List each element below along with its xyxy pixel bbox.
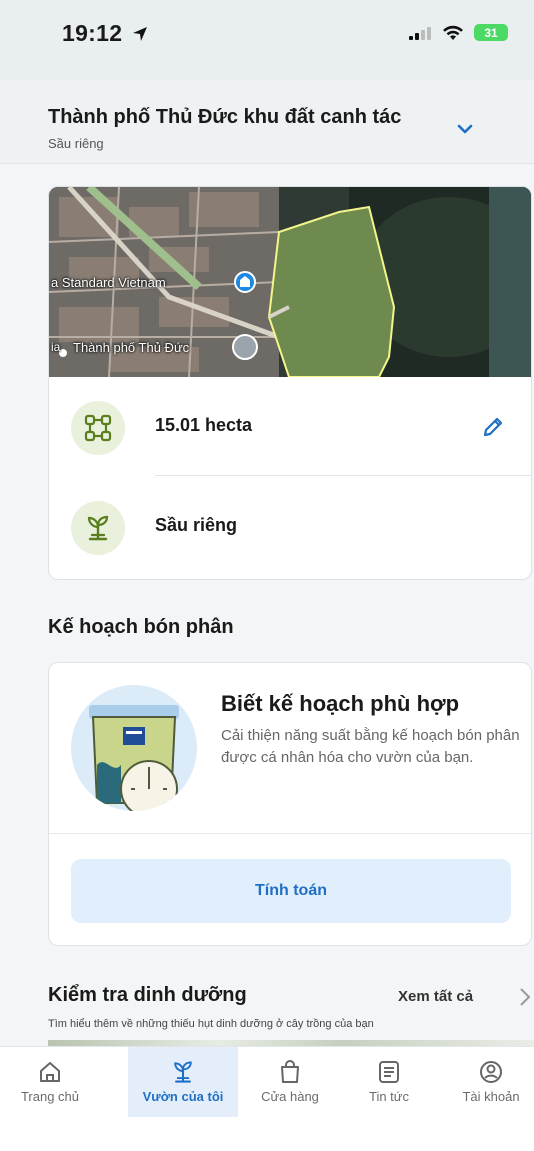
fertilizer-section-title: Kế hoạch bón phân <box>48 616 234 638</box>
wifi-icon <box>443 25 463 40</box>
farm-subtitle: Sầu riêng <box>48 136 104 151</box>
plan-divider <box>49 833 533 834</box>
shopping-bag-icon <box>281 1060 299 1083</box>
chevron-down-icon[interactable] <box>454 118 476 140</box>
map-label-prefix: ia <box>51 340 61 354</box>
tab-home[interactable]: Trang chủ <box>0 1047 100 1117</box>
home-icon <box>40 1062 60 1082</box>
tab-news[interactable]: Tin tức <box>346 1047 432 1117</box>
chevron-right-icon[interactable] <box>518 986 532 1008</box>
plan-heading: Biết kế hoạch phù hợp <box>221 691 460 716</box>
status-time: 19:12 <box>62 20 148 47</box>
map-label-place: a Standard Vietnam <box>51 275 166 290</box>
area-icon-wrap <box>71 401 125 455</box>
tab-label: Vườn của tôi <box>142 1089 224 1104</box>
pencil-icon[interactable] <box>481 415 505 439</box>
calculate-button[interactable]: Tính toán <box>71 859 511 923</box>
tab-account[interactable]: Tài khoản <box>448 1047 534 1117</box>
tab-my-garden[interactable]: Vườn của tôi <box>128 1047 238 1117</box>
tab-label: Trang chủ <box>20 1089 80 1104</box>
tab-label: Tài khoản <box>462 1089 520 1104</box>
row-divider <box>155 475 531 476</box>
news-icon <box>379 1061 399 1083</box>
fertilizer-bag-illustration <box>71 685 197 811</box>
nutrition-title: Kiểm tra dinh dưỡng <box>48 984 247 1006</box>
fertilizer-plan-card: Biết kế hoạch phù hợp Cải thiện năng suấ… <box>48 662 533 946</box>
field-card: a Standard Vietnam ia Thành phố Thủ Đức … <box>48 186 532 580</box>
sprout-icon <box>87 515 109 541</box>
polygon-area-icon <box>84 414 112 442</box>
field-area-text: 15.01 hecta <box>155 415 253 435</box>
crop-icon-wrap <box>71 501 125 555</box>
fertilizer-bag-icon <box>89 705 179 811</box>
time-text: 19:12 <box>62 20 123 46</box>
status-bar: 19:12 31 <box>0 0 534 80</box>
field-map[interactable]: a Standard Vietnam ia Thành phố Thủ Đức <box>49 187 531 377</box>
tab-label: Cửa hàng <box>261 1089 319 1104</box>
tab-store[interactable]: Cửa hàng <box>244 1047 336 1117</box>
field-crop-row: Sầu riêng <box>49 477 531 577</box>
cellular-signal-icon <box>409 26 431 40</box>
map-label-city: Thành phố Thủ Đức <box>73 340 190 355</box>
farm-header[interactable]: Thành phố Thủ Đức khu đất canh tác Sầu r… <box>0 80 534 164</box>
battery-indicator: 31 <box>474 24 508 41</box>
location-arrow-icon <box>133 27 148 41</box>
plan-description: Cải thiện năng suất bằng kế hoạch bón ph… <box>221 727 520 766</box>
bottom-tab-bar: Trang chủ Vườn của tôi Cửa hàng Tin tức <box>0 1046 534 1151</box>
tab-label: Tin tức <box>368 1089 409 1104</box>
account-icon <box>480 1061 502 1083</box>
field-area-row: 15.01 hecta <box>49 377 531 477</box>
sprout-icon <box>174 1061 192 1083</box>
nutrition-subtitle: Tìm hiểu thêm về những thiếu hụt dinh dư… <box>48 1018 374 1030</box>
field-crop-text: Sầu riêng <box>155 515 238 535</box>
see-all-link[interactable]: Xem tất cả <box>398 988 473 1005</box>
battery-level: 31 <box>484 25 498 40</box>
farm-title: Thành phố Thủ Đức khu đất canh tác <box>48 106 402 128</box>
